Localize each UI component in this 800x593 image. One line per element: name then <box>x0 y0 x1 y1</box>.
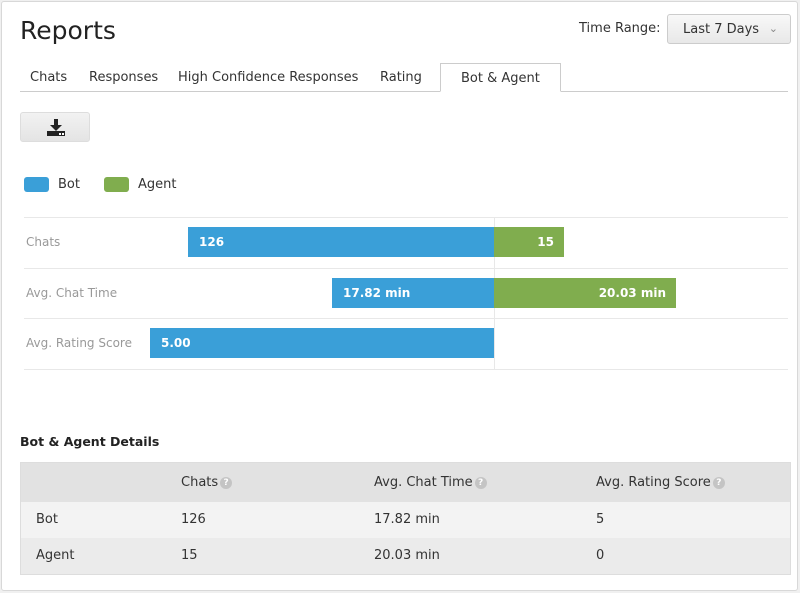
time-range-label: Time Range: <box>579 21 661 36</box>
help-icon[interactable]: ? <box>474 477 487 489</box>
cell-avg-rating-score: 5 <box>596 512 605 527</box>
tab-high-confidence-responses[interactable]: High Confidence Responses <box>178 70 358 85</box>
report-tabs: Chats Responses High Confidence Response… <box>20 63 788 92</box>
column-header-avg-chat-time: Avg. Chat Time? <box>374 475 487 490</box>
column-header-avg-rating-score: Avg. Rating Score? <box>596 475 725 490</box>
bot-agent-chart: Chats 126 15 Avg. Chat Time 17.82 min 20.03 m… <box>24 217 788 370</box>
tab-bot-agent[interactable]: Bot & Agent <box>440 63 561 92</box>
gridline <box>24 369 788 370</box>
legend-agent: Agent <box>104 177 176 192</box>
cell-avg-rating-score: 0 <box>596 548 605 563</box>
time-range-select[interactable]: Last 7 Days ⌄ <box>667 14 791 44</box>
details-title: Bot & Agent Details <box>20 434 160 449</box>
download-button[interactable] <box>20 112 90 142</box>
help-icon[interactable]: ? <box>220 477 233 489</box>
table-row: Agent 15 20.03 min 0 <box>21 538 790 574</box>
help-icon[interactable]: ? <box>712 477 725 489</box>
row-label-avg-rating-score: Avg. Rating Score <box>26 336 132 350</box>
table-header-row: Chats? Avg. Chat Time? Avg. Rating Score… <box>21 463 790 502</box>
bar-bot-avg-chat-time[interactable]: 17.82 min <box>332 277 494 308</box>
legend-label-bot: Bot <box>58 177 80 192</box>
tab-chats[interactable]: Chats <box>30 70 67 85</box>
gridline <box>24 217 788 218</box>
column-header-chats: Chats? <box>181 475 233 490</box>
row-name: Agent <box>36 548 75 563</box>
cell-avg-chat-time: 17.82 min <box>374 512 440 527</box>
page-title: Reports <box>20 16 116 45</box>
row-name: Bot <box>36 512 58 527</box>
table-row: Bot 126 17.82 min 5 <box>21 502 790 538</box>
reports-panel: Reports Time Range: Last 7 Days ⌄ Chats … <box>1 1 798 591</box>
chevron-down-icon: ⌄ <box>768 22 778 35</box>
row-label-chats: Chats <box>26 235 61 249</box>
cell-chats: 126 <box>181 512 206 527</box>
cell-chats: 15 <box>181 548 198 563</box>
bar-bot-avg-rating-score[interactable]: 5.00 <box>150 328 494 358</box>
tab-rating[interactable]: Rating <box>380 70 422 85</box>
bar-agent-avg-chat-time[interactable]: 20.03 min <box>494 277 676 308</box>
legend-swatch-agent <box>104 177 129 192</box>
gridline <box>24 318 788 319</box>
details-table: Chats? Avg. Chat Time? Avg. Rating Score… <box>20 462 791 575</box>
download-icon <box>47 119 65 136</box>
legend-label-agent: Agent <box>138 177 177 192</box>
bar-agent-chats[interactable]: 15 <box>494 227 564 257</box>
row-label-avg-chat-time: Avg. Chat Time <box>26 285 118 300</box>
bar-bot-chats[interactable]: 126 <box>188 227 494 257</box>
legend-bot: Bot <box>24 177 80 192</box>
time-range-value: Last 7 Days <box>683 22 760 37</box>
gridline <box>24 268 788 269</box>
tab-responses[interactable]: Responses <box>89 70 158 85</box>
legend-swatch-bot <box>24 177 49 192</box>
cell-avg-chat-time: 20.03 min <box>374 548 440 563</box>
